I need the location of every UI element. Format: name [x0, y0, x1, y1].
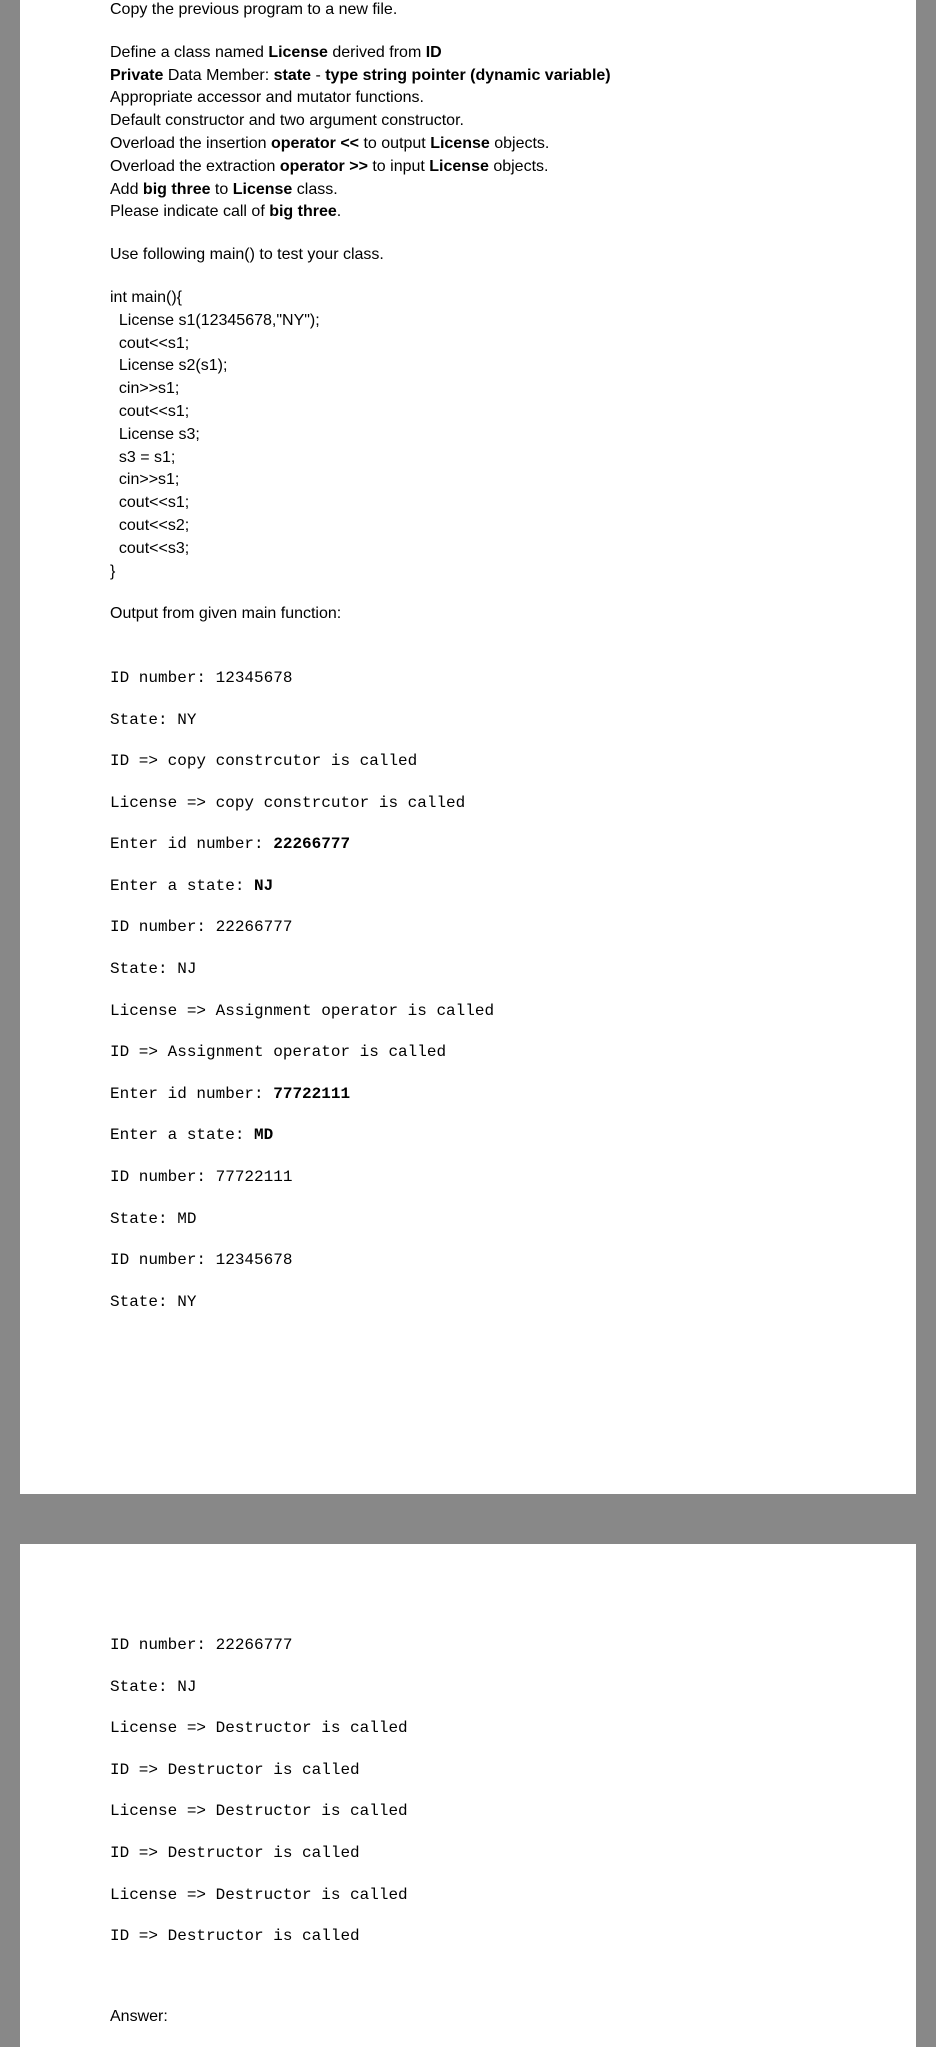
answer-label: Answer: — [110, 2007, 826, 2028]
instruction-extraction: Overload the extraction operator >> to i… — [110, 157, 826, 178]
operator: operator >> — [280, 158, 368, 175]
code-line: cout<<s2; — [110, 516, 826, 537]
page-1: Copy the previous program to a new file.… — [20, 0, 916, 1494]
text: Data Member: — [163, 67, 273, 84]
class-name: License — [429, 158, 489, 175]
output-line: ID => Assignment operator is called — [110, 1042, 826, 1063]
text: objects. — [489, 158, 549, 175]
output-line: License => Destructor is called — [110, 1801, 826, 1822]
prompt: Enter a state: — [110, 877, 254, 895]
output-line: License => Destructor is called — [110, 1718, 826, 1739]
output-line: ID number: 22266777 — [110, 1635, 826, 1656]
output-label: Output from given main function: — [110, 604, 826, 625]
code-line: cin>>s1; — [110, 379, 826, 400]
class-name: License — [233, 181, 293, 198]
text: to output — [359, 135, 430, 152]
code-line: License s3; — [110, 425, 826, 446]
user-input: MD — [254, 1126, 273, 1144]
output-block-2: ID number: 22266777 State: NJ License =>… — [110, 1614, 826, 1988]
output-line: Enter a state: NJ — [110, 876, 826, 897]
page-2: ID number: 22266777 State: NJ License =>… — [20, 1544, 916, 2047]
output-block-1: ID number: 12345678 State: NY ID => copy… — [110, 647, 826, 1354]
class-name: License — [268, 44, 328, 61]
term: big three — [143, 181, 211, 198]
code-line: cout<<s1; — [110, 493, 826, 514]
output-line: ID number: 77722111 — [110, 1167, 826, 1188]
class-name: License — [430, 135, 490, 152]
text: Please indicate call of — [110, 203, 269, 220]
code-line: cout<<s1; — [110, 334, 826, 355]
text: to input — [368, 158, 429, 175]
text: Define a class named — [110, 44, 268, 61]
prompt: Enter id number: — [110, 1085, 273, 1103]
output-line: License => Assignment operator is called — [110, 1001, 826, 1022]
output-line: ID => copy constrcutor is called — [110, 751, 826, 772]
code-line: cin>>s1; — [110, 470, 826, 491]
user-input: 77722111 — [273, 1085, 350, 1103]
instruction-constructor: Default constructor and two argument con… — [110, 111, 826, 132]
text: class. — [292, 181, 337, 198]
output-line: Enter id number: 22266777 — [110, 834, 826, 855]
prompt: Enter id number: — [110, 835, 273, 853]
page-gap — [0, 1514, 936, 1544]
text: Overload the insertion — [110, 135, 271, 152]
text: to — [210, 181, 232, 198]
output-line: ID number: 12345678 — [110, 668, 826, 689]
output-line: State: NJ — [110, 1677, 826, 1698]
output-line: State: NJ — [110, 959, 826, 980]
code-line: s3 = s1; — [110, 448, 826, 469]
output-line: Enter id number: 77722111 — [110, 1084, 826, 1105]
member-type: type string pointer (dynamic variable) — [325, 67, 610, 84]
code-line: cout<<s3; — [110, 539, 826, 560]
output-line: ID number: 12345678 — [110, 1250, 826, 1271]
instruction-bigthree: Add big three to License class. — [110, 180, 826, 201]
output-line: ID => Destructor is called — [110, 1760, 826, 1781]
code-line: int main(){ — [110, 288, 826, 309]
output-line: ID => Destructor is called — [110, 1926, 826, 1947]
code-line: cout<<s1; — [110, 402, 826, 423]
use-main: Use following main() to test your class. — [110, 245, 826, 266]
text: derived from — [328, 44, 426, 61]
output-line: ID => Destructor is called — [110, 1843, 826, 1864]
user-input: 22266777 — [273, 835, 350, 853]
output-line: State: MD — [110, 1209, 826, 1230]
output-line: License => Destructor is called — [110, 1885, 826, 1906]
code-line: License s2(s1); — [110, 356, 826, 377]
instruction-member: Private Data Member: state - type string… — [110, 66, 826, 87]
instruction-indicate: Please indicate call of big three. — [110, 202, 826, 223]
text: Overload the extraction — [110, 158, 280, 175]
text: Add — [110, 181, 143, 198]
term: big three — [269, 203, 337, 220]
code-line: License s1(12345678,"NY"); — [110, 311, 826, 332]
instruction-insertion: Overload the insertion operator << to ou… — [110, 134, 826, 155]
member-name: state — [274, 67, 311, 84]
output-line: State: NY — [110, 1292, 826, 1313]
text: objects. — [490, 135, 550, 152]
output-line: State: NY — [110, 710, 826, 731]
instruction-copy: Copy the previous program to a new file. — [110, 0, 826, 21]
text: . — [337, 203, 341, 220]
access-modifier: Private — [110, 67, 163, 84]
instruction-define: Define a class named License derived fro… — [110, 43, 826, 64]
output-line: License => copy constrcutor is called — [110, 793, 826, 814]
prompt: Enter a state: — [110, 1126, 254, 1144]
user-input: NJ — [254, 877, 273, 895]
operator: operator << — [271, 135, 359, 152]
output-line: Enter a state: MD — [110, 1125, 826, 1146]
code-line: } — [110, 562, 826, 583]
instruction-accessor: Appropriate accessor and mutator functio… — [110, 88, 826, 109]
base-class: ID — [426, 44, 442, 61]
output-line: ID number: 22266777 — [110, 917, 826, 938]
text: - — [311, 67, 325, 84]
